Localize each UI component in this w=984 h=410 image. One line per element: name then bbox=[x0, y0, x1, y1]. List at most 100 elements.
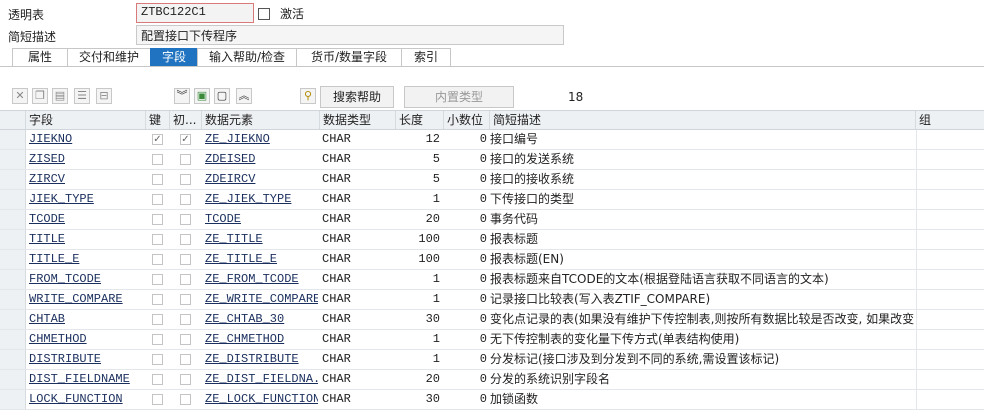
insert-row-icon[interactable]: ☰ bbox=[74, 88, 90, 104]
col-group[interactable]: 组 bbox=[916, 111, 984, 129]
data-element[interactable]: ZE_WRITE_COMPARE bbox=[205, 290, 318, 309]
paste-icon[interactable]: ▤ bbox=[52, 88, 68, 104]
length-value[interactable]: 5 bbox=[396, 170, 442, 189]
short-desc-value[interactable]: 事务代码 bbox=[490, 210, 914, 229]
short-desc-value[interactable]: 报表标题 bbox=[490, 230, 914, 249]
group-value[interactable] bbox=[916, 130, 984, 149]
short-desc-value[interactable]: 分发的系统识别字段名 bbox=[490, 370, 914, 389]
short-desc-value[interactable]: 报表标题(EN) bbox=[490, 250, 914, 269]
data-type[interactable]: CHAR bbox=[322, 370, 394, 389]
data-type[interactable]: CHAR bbox=[322, 230, 394, 249]
data-type[interactable]: CHAR bbox=[322, 270, 394, 289]
tab-fields[interactable]: 字段 bbox=[150, 48, 198, 66]
key-checkbox[interactable] bbox=[152, 314, 163, 325]
group-value[interactable] bbox=[916, 230, 984, 249]
col-field[interactable]: 字段 bbox=[26, 111, 146, 129]
row-selector[interactable] bbox=[0, 190, 26, 209]
key-checkbox[interactable] bbox=[152, 354, 163, 365]
data-type[interactable]: CHAR bbox=[322, 350, 394, 369]
group-value[interactable] bbox=[916, 170, 984, 189]
group-value[interactable] bbox=[916, 150, 984, 169]
tab-attributes[interactable]: 属性 bbox=[12, 48, 68, 66]
status-icon[interactable] bbox=[258, 8, 270, 20]
initial-checkbox[interactable] bbox=[180, 334, 191, 345]
group-value[interactable] bbox=[916, 330, 984, 349]
initial-checkbox[interactable] bbox=[180, 314, 191, 325]
row-selector[interactable] bbox=[0, 130, 26, 149]
field-name[interactable]: ZIRCV bbox=[29, 170, 145, 189]
field-name[interactable]: TITLE_E bbox=[29, 250, 145, 269]
data-element[interactable]: ZDEIRCV bbox=[205, 170, 318, 189]
initial-checkbox[interactable] bbox=[180, 274, 191, 285]
data-element[interactable]: TCODE bbox=[205, 210, 318, 229]
key-checkbox[interactable] bbox=[152, 374, 163, 385]
key-checkbox[interactable]: ✓ bbox=[152, 134, 163, 145]
copy-icon[interactable]: ❐ bbox=[32, 88, 48, 104]
initial-checkbox[interactable] bbox=[180, 174, 191, 185]
decimals-value[interactable]: 0 bbox=[444, 330, 489, 349]
initial-checkbox[interactable]: ✓ bbox=[180, 134, 191, 145]
tab-delivery-maintenance[interactable]: 交付和维护 bbox=[67, 48, 151, 66]
key-checkbox[interactable] bbox=[152, 254, 163, 265]
table-row[interactable]: FROM_TCODE ZE_FROM_TCODE CHAR 1 0 报表标题来自TCODE… bbox=[0, 270, 984, 290]
field-name[interactable]: TCODE bbox=[29, 210, 145, 229]
field-name[interactable]: DIST_FIELDNAME bbox=[29, 370, 145, 389]
key-checkbox[interactable] bbox=[152, 154, 163, 165]
field-name[interactable]: CHTAB bbox=[29, 310, 145, 329]
row-selector[interactable] bbox=[0, 350, 26, 369]
table-row[interactable]: TITLE ZE_TITLE CHAR 100 0 报表标题 bbox=[0, 230, 984, 250]
short-desc-value[interactable]: 接口编号 bbox=[490, 130, 914, 149]
col-short-desc[interactable]: 简短描述 bbox=[490, 111, 916, 129]
data-element[interactable]: ZE_FROM_TCODE bbox=[205, 270, 318, 289]
decimals-value[interactable]: 0 bbox=[444, 130, 489, 149]
field-name[interactable]: CHMETHOD bbox=[29, 330, 145, 349]
length-value[interactable]: 1 bbox=[396, 350, 442, 369]
key-checkbox[interactable] bbox=[152, 194, 163, 205]
data-type[interactable]: CHAR bbox=[322, 310, 394, 329]
decimals-value[interactable]: 0 bbox=[444, 230, 489, 249]
key-checkbox[interactable] bbox=[152, 294, 163, 305]
initial-checkbox[interactable] bbox=[180, 254, 191, 265]
table-row[interactable]: CHTAB ZE_CHTAB_30 CHAR 30 0 变化点记录的表(如果没有维护下传控… bbox=[0, 310, 984, 330]
length-value[interactable]: 20 bbox=[396, 370, 442, 389]
key-checkbox[interactable] bbox=[152, 334, 163, 345]
table-row[interactable]: LOCK_FUNCTION ZE_LOCK_FUNCTION CHAR 30 0 加锁函数 bbox=[0, 390, 984, 410]
table-row[interactable]: TITLE_E ZE_TITLE_E CHAR 100 0 报表标题(EN) bbox=[0, 250, 984, 270]
col-length[interactable]: 长度 bbox=[396, 111, 444, 129]
decimals-value[interactable]: 0 bbox=[444, 210, 489, 229]
group-value[interactable] bbox=[916, 370, 984, 389]
length-value[interactable]: 100 bbox=[396, 250, 442, 269]
row-selector[interactable] bbox=[0, 370, 26, 389]
length-value[interactable]: 5 bbox=[396, 150, 442, 169]
data-element[interactable]: ZE_TITLE_E bbox=[205, 250, 318, 269]
decimals-value[interactable]: 0 bbox=[444, 350, 489, 369]
col-data-element[interactable]: 数据元素 bbox=[202, 111, 320, 129]
tab-indexes[interactable]: 索引 bbox=[401, 48, 451, 66]
initial-checkbox[interactable] bbox=[180, 294, 191, 305]
row-selector[interactable] bbox=[0, 310, 26, 329]
col-decimals[interactable]: 小数位 bbox=[444, 111, 490, 129]
tab-input-help-check[interactable]: 输入帮助/检查 bbox=[197, 48, 297, 66]
key-checkbox[interactable] bbox=[152, 274, 163, 285]
data-element[interactable]: ZE_DIST_FIELDNA... bbox=[205, 370, 318, 389]
decimals-value[interactable]: 0 bbox=[444, 150, 489, 169]
initial-checkbox[interactable] bbox=[180, 234, 191, 245]
group-value[interactable] bbox=[916, 270, 984, 289]
key-checkbox[interactable] bbox=[152, 214, 163, 225]
delete-row-icon[interactable]: ⊟ bbox=[96, 88, 112, 104]
field-name[interactable]: JIEK_TYPE bbox=[29, 190, 145, 209]
tab-currency-quantity[interactable]: 货币/数量字段 bbox=[296, 48, 402, 66]
short-desc-value[interactable]: 下传接口的类型 bbox=[490, 190, 914, 209]
table-row[interactable]: JIEKNO ✓ ✓ ZE_JIEKNO CHAR 12 0 接口编号 bbox=[0, 130, 984, 150]
field-name[interactable]: JIEKNO bbox=[29, 130, 145, 149]
search-help-icon[interactable]: ⚲ bbox=[300, 88, 316, 104]
row-selector[interactable] bbox=[0, 290, 26, 309]
key-checkbox[interactable] bbox=[152, 174, 163, 185]
col-key[interactable]: 键 bbox=[146, 111, 170, 129]
length-value[interactable]: 1 bbox=[396, 330, 442, 349]
key-checkbox[interactable] bbox=[152, 234, 163, 245]
row-selector[interactable] bbox=[0, 270, 26, 289]
data-type[interactable]: CHAR bbox=[322, 130, 394, 149]
decimals-value[interactable]: 0 bbox=[444, 290, 489, 309]
table-row[interactable]: DISTRIBUTE ZE_DISTRIBUTE CHAR 1 0 分发标记(接口涉及到分… bbox=[0, 350, 984, 370]
